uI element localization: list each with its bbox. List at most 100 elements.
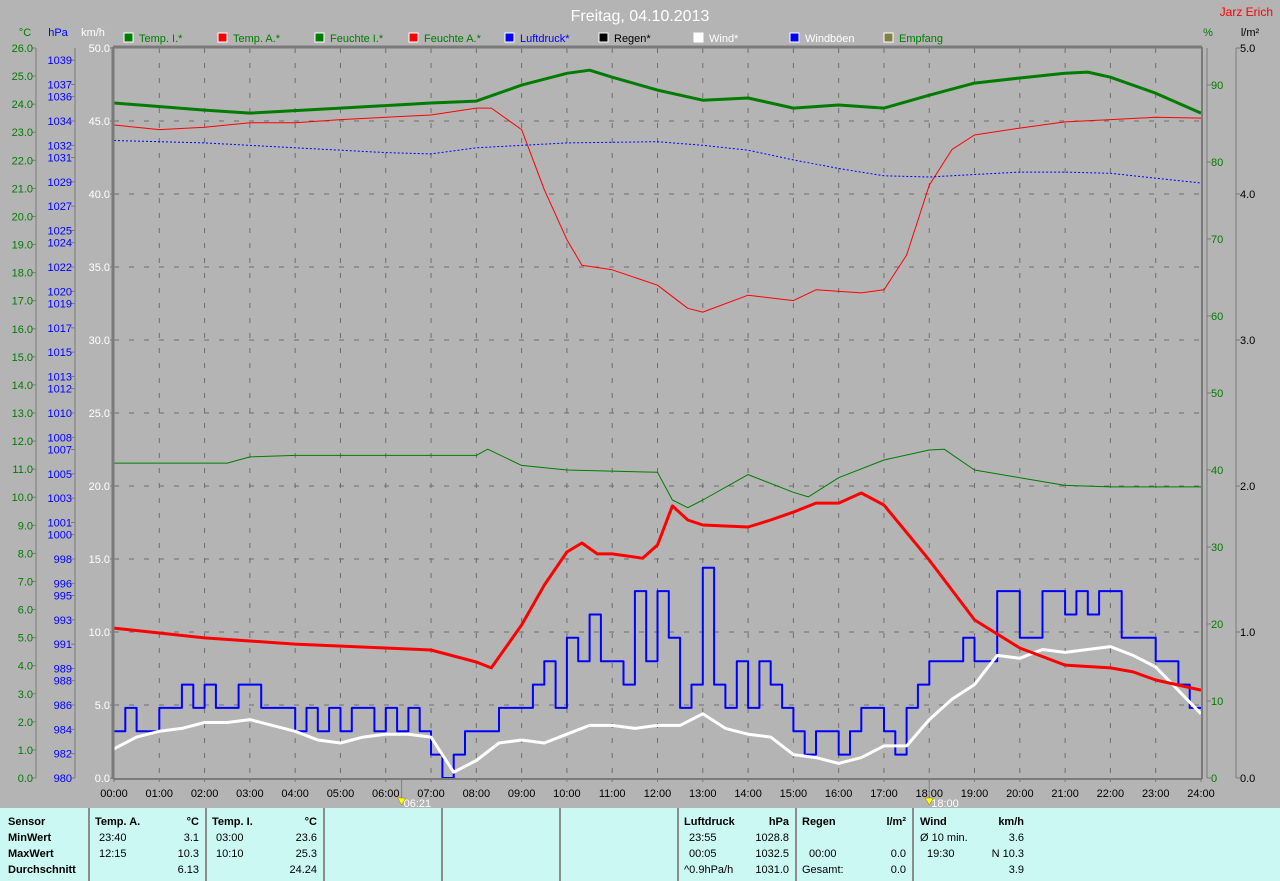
rain-tick-label: 4.0 <box>1240 189 1255 201</box>
temp-tick-label: 1.0 <box>18 745 33 757</box>
legend-label: Feuchte I.* <box>330 33 384 45</box>
sunset-time: 18:00 <box>931 798 959 808</box>
sensor-column: Sensor MinWert MaxWert Durchschnitt <box>0 808 90 881</box>
humidity-tick-label: 40 <box>1211 465 1223 477</box>
rain-header: Regen <box>802 816 836 828</box>
x-tick-label: 17:00 <box>870 788 898 800</box>
x-tick-label: 05:00 <box>327 788 355 800</box>
temp-tick-label: 2.0 <box>18 717 33 729</box>
legend-label: Feuchte A.* <box>424 33 482 45</box>
pressure-min-time: 23:55 <box>689 832 717 844</box>
empty-column <box>561 808 679 881</box>
temp-tick-label: 24.0 <box>12 99 33 111</box>
humidity-tick-label: 50 <box>1211 388 1223 400</box>
wind-max: N 10.3 <box>991 848 1024 860</box>
pressure-tick-label: 1025 <box>48 226 72 238</box>
temp-tick-label: 15.0 <box>12 352 33 364</box>
legend-label: Temp. A.* <box>233 33 281 45</box>
wind-max-time: 19:30 <box>927 848 955 860</box>
legend-swatch <box>217 32 228 43</box>
temp-tick-label: 13.0 <box>12 408 33 420</box>
humidity-tick-label: 80 <box>1211 157 1223 169</box>
humidity-tick-label: 60 <box>1211 311 1223 323</box>
temp-tick-label: 4.0 <box>18 661 33 673</box>
x-tick-label: 13:00 <box>689 788 717 800</box>
pressure-tick-label: 1039 <box>48 55 72 67</box>
x-tick-label: 23:00 <box>1142 788 1170 800</box>
statistics-panel: Sensor MinWert MaxWert Durchschnitt Temp… <box>0 808 1280 881</box>
temp-tick-label: 22.0 <box>12 155 33 167</box>
temp-tick-label: 21.0 <box>12 183 33 195</box>
x-tick-label: 19:00 <box>961 788 989 800</box>
x-tick-label: 09:00 <box>508 788 536 800</box>
rain-total: 0.0 <box>890 864 906 876</box>
x-tick-label: 22:00 <box>1097 788 1125 800</box>
pressure-min: 1028.8 <box>755 832 789 844</box>
temp-tick-label: 8.0 <box>18 548 33 560</box>
humidity-axis-unit: % <box>1203 27 1213 39</box>
temp-tick-label: 14.0 <box>12 380 33 392</box>
max-label: MaxWert <box>8 848 54 860</box>
pressure-avg: 1031.0 <box>755 864 789 876</box>
temp-tick-label: 10.0 <box>12 492 33 504</box>
series-luftdruck <box>113 140 1202 184</box>
wind-tick-label: 10.0 <box>89 627 110 639</box>
wind-tick-label: 45.0 <box>89 116 110 128</box>
temp-tick-label: 19.0 <box>12 240 33 252</box>
temp-tick-label: 12.0 <box>12 436 33 448</box>
x-tick-label: 11:00 <box>599 788 626 800</box>
pressure-tick-label: 1001 <box>48 518 72 530</box>
rain-unit: l/m² <box>886 816 906 828</box>
temp-i-unit: °C <box>304 816 317 828</box>
legend-label: Windböen <box>805 33 855 45</box>
pressure-tick-label: 1007 <box>48 445 72 457</box>
x-tick-label: 24:00 <box>1187 788 1215 800</box>
wind-tick-label: 15.0 <box>89 554 110 566</box>
pressure-tick-label: 988 <box>54 676 72 688</box>
temp-tick-label: 20.0 <box>12 211 33 223</box>
legend-label: Empfang <box>899 33 943 45</box>
legend-swatch <box>123 32 134 43</box>
pressure-tick-label: 996 <box>54 578 72 590</box>
x-tick-label: 20:00 <box>1006 788 1034 800</box>
wind-tick-label: 50.0 <box>89 43 110 55</box>
wind-avg10: 3.6 <box>1008 832 1024 844</box>
pressure-column: Luftdruck hPa 23:55 1028.8 00:05 1032.5 … <box>679 808 797 881</box>
chart-title: Freitag, 04.10.2013 <box>571 8 710 25</box>
author-name: Jarz Erich <box>1220 5 1273 19</box>
humidity-tick-label: 0 <box>1211 773 1217 785</box>
pressure-max-time: 00:05 <box>689 848 717 860</box>
pressure-tick-label: 1022 <box>48 262 72 274</box>
pressure-tick-label: 1029 <box>48 177 72 189</box>
temp-i-header: Temp. I. <box>212 816 253 828</box>
pressure-tick-label: 1005 <box>48 469 72 481</box>
wind-tick-label: 40.0 <box>89 189 110 201</box>
temp-a-unit: °C <box>186 816 199 828</box>
rain-tick-label: 3.0 <box>1240 335 1255 347</box>
temp-i-min: 23.6 <box>295 832 317 844</box>
legend-label: Regen* <box>614 33 651 45</box>
temp-i-max: 25.3 <box>295 848 317 860</box>
x-tick-label: 21:00 <box>1051 788 1079 800</box>
empty-column <box>443 808 561 881</box>
pressure-tick-label: 1000 <box>48 530 72 542</box>
temp-tick-label: 9.0 <box>18 520 33 532</box>
legend-label: Temp. I.* <box>139 33 183 45</box>
wind-tick-label: 0.0 <box>95 773 110 785</box>
pressure-tick-label: 995 <box>54 591 72 603</box>
x-tick-label: 15:00 <box>780 788 808 800</box>
wind-tick-label: 30.0 <box>89 335 110 347</box>
temp-a-header: Temp. A. <box>95 816 141 828</box>
legend-swatch <box>693 32 704 43</box>
x-tick-label: 16:00 <box>825 788 853 800</box>
rain-max: 0.0 <box>890 848 906 860</box>
pressure-header: Luftdruck <box>684 816 735 828</box>
pressure-tick-label: 982 <box>54 749 72 761</box>
legend-swatch <box>408 32 419 43</box>
rain-axis-unit: l/m² <box>1241 27 1260 39</box>
rain-tick-label: 2.0 <box>1240 481 1255 493</box>
temp-a-min-time: 23:40 <box>99 832 127 844</box>
wind-tick-label: 5.0 <box>95 700 110 712</box>
temp-axis-unit: °C <box>19 27 31 39</box>
temp-i-column: Temp. I. °C 03:00 23.6 10:10 25.3 24.24 <box>207 808 325 881</box>
